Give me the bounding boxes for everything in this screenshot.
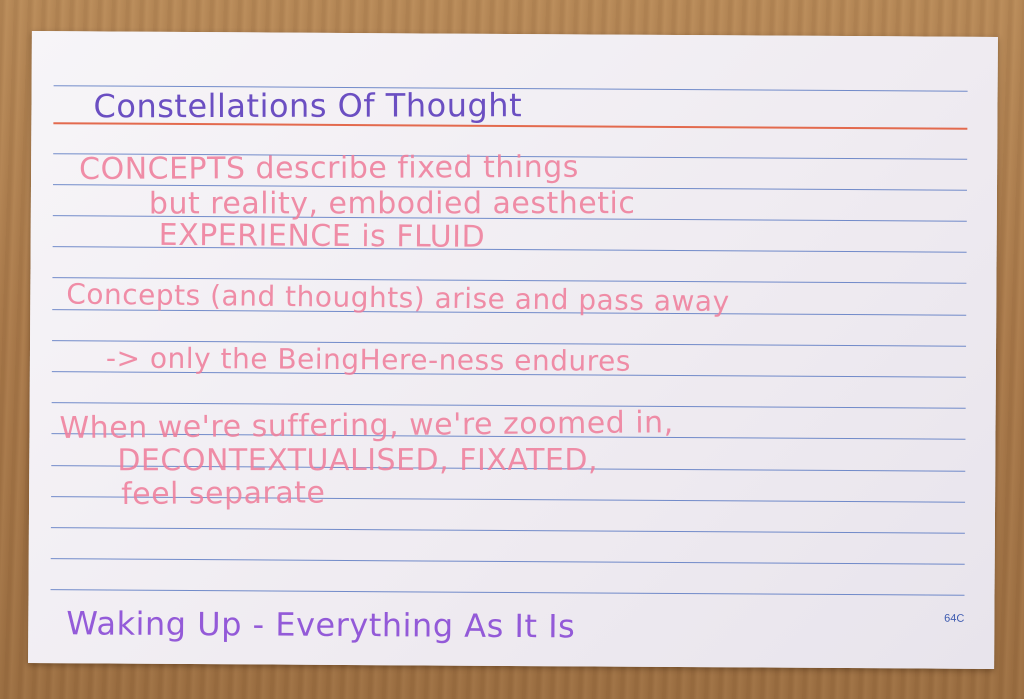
note-line: feel separate — [120, 475, 326, 513]
note-line: When we're suffering, we're zoomed in, — [59, 405, 674, 447]
card-title: Constellations Of Thought — [93, 86, 523, 126]
index-card: Constellations Of Thought CONCEPTS descr… — [28, 31, 998, 669]
note-line: but reality, embodied aesthetic — [148, 186, 636, 222]
note-line: EXPERIENCE is FLUID — [158, 217, 486, 255]
ruled-line — [50, 527, 965, 534]
ruled-line — [50, 558, 965, 565]
card-id-label: 64C — [944, 612, 965, 625]
note-line: -> only the BeingHere-ness endures — [105, 341, 631, 378]
note-line: Concepts (and thoughts) arise and pass a… — [66, 277, 730, 319]
card-footer-source: Waking Up - Everything As It Is — [66, 604, 576, 646]
note-line: DECONTEXTUALISED, FIXATED, — [117, 442, 599, 479]
note-line: CONCEPTS describe fixed things — [79, 149, 579, 187]
ruled-line — [50, 589, 965, 596]
